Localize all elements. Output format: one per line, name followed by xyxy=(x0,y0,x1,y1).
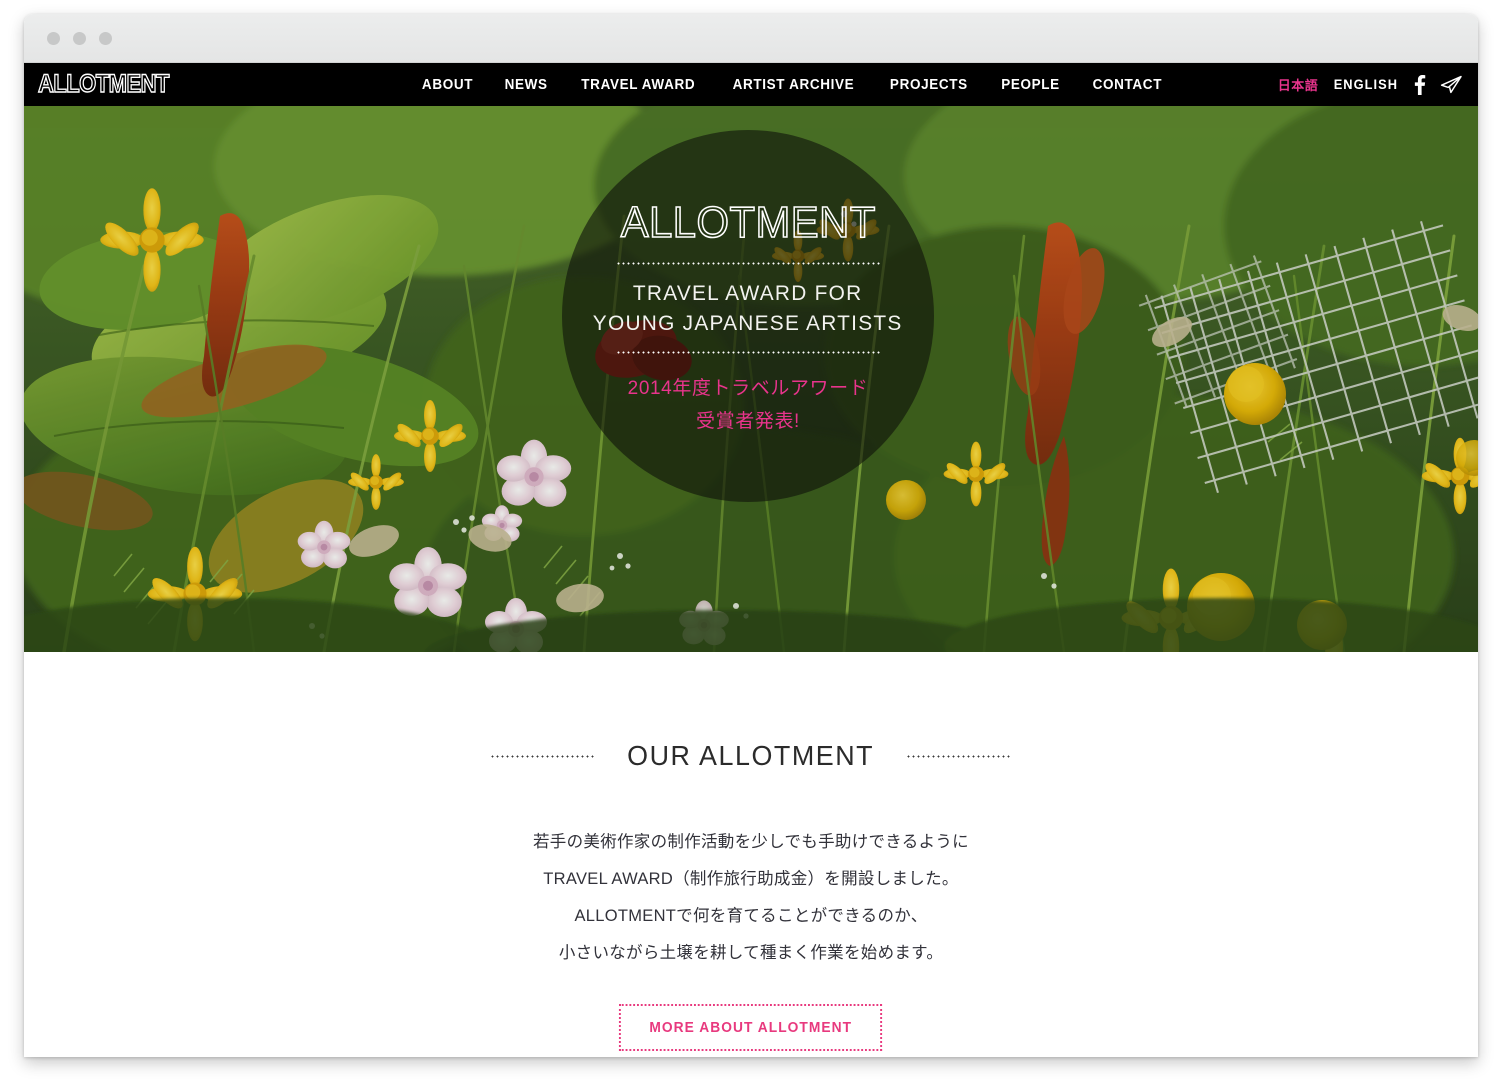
section-heading: OUR ALLOTMENT xyxy=(24,740,1478,772)
language-switch-english[interactable]: ENGLISH xyxy=(1334,77,1398,92)
window-controls xyxy=(47,32,112,45)
nav-item-contact[interactable]: CONTACT xyxy=(1092,77,1161,93)
hero-title: ALLOTMENT xyxy=(620,197,876,248)
main-menu: ABOUT NEWS TRAVEL AWARD ARTIST ARCHIVE P… xyxy=(420,63,1164,106)
nav-item-projects[interactable]: PROJECTS xyxy=(890,77,968,93)
hero-announcement-line1: 2014年度トラベルアワード xyxy=(627,378,869,399)
minimize-button[interactable] xyxy=(73,32,86,45)
section-title: OUR ALLOTMENT xyxy=(627,740,875,771)
hero-divider-bottom xyxy=(616,351,880,354)
nav-utility-group: 日本語 ENGLISH xyxy=(1278,63,1462,106)
nav-item-about[interactable]: ABOUT xyxy=(422,77,473,93)
hero-announcement: 2014年度トラベルアワード 受賞者発表! xyxy=(628,372,869,438)
hero-subtitle-line1: TRAVEL AWARD FOR xyxy=(633,281,863,305)
nav-item-news[interactable]: NEWS xyxy=(505,77,548,93)
section-body-copy: 若手の美術作家の制作活動を少しでも手助けできるように TRAVEL AWARD（… xyxy=(24,824,1478,972)
browser-window: ALLOTMENT ABOUT NEWS TRAVEL AWARD ARTIST… xyxy=(24,14,1478,1057)
site-logo[interactable]: ALLOTMENT xyxy=(37,69,170,99)
hero-divider-top xyxy=(616,262,880,265)
nav-item-artist-archive[interactable]: ARTIST ARCHIVE xyxy=(732,77,854,93)
screenshot-stage: ALLOTMENT ABOUT NEWS TRAVEL AWARD ARTIST… xyxy=(0,0,1503,1080)
page-viewport: ALLOTMENT ABOUT NEWS TRAVEL AWARD ARTIST… xyxy=(24,63,1478,1057)
browser-titlebar xyxy=(24,14,1478,63)
close-button[interactable] xyxy=(47,32,60,45)
facebook-icon[interactable] xyxy=(1414,74,1426,95)
language-switch-japanese[interactable]: 日本語 xyxy=(1278,75,1319,94)
body-line-4: 小さいながら土壌を耕して種まく作業を始めます。 xyxy=(558,944,944,962)
hero-overlay-circle: ALLOTMENT TRAVEL AWARD FOR YOUNG JAPANES… xyxy=(562,130,934,502)
heading-dots-right xyxy=(905,754,1012,758)
maximize-button[interactable] xyxy=(99,32,112,45)
hero-section: ALLOTMENT TRAVEL AWARD FOR YOUNG JAPANES… xyxy=(24,106,1478,652)
send-icon[interactable] xyxy=(1440,75,1462,95)
cta-container: MORE ABOUT ALLOTMENT xyxy=(24,1004,1478,1051)
body-line-2: TRAVEL AWARD（制作旅行助成金）を開設しました。 xyxy=(543,870,959,888)
hero-announcement-line2: 受賞者発表! xyxy=(696,411,800,432)
our-allotment-section: OUR ALLOTMENT 若手の美術作家の制作活動を少しでも手助けできるように… xyxy=(24,652,1478,1057)
heading-dots-left xyxy=(490,754,597,758)
hero-subtitle-line2: YOUNG JAPANESE ARTISTS xyxy=(593,311,903,335)
nav-item-travel-award[interactable]: TRAVEL AWARD xyxy=(582,77,696,93)
site-navbar: ALLOTMENT ABOUT NEWS TRAVEL AWARD ARTIST… xyxy=(24,63,1478,106)
hero-subtitle: TRAVEL AWARD FOR YOUNG JAPANESE ARTISTS xyxy=(593,278,903,338)
body-line-1: 若手の美術作家の制作活動を少しでも手助けできるように xyxy=(533,833,969,851)
nav-item-people[interactable]: PEOPLE xyxy=(1001,77,1060,93)
more-about-allotment-button[interactable]: MORE ABOUT ALLOTMENT xyxy=(619,1004,883,1051)
body-line-3: ALLOTMENTで何を育てることができるのか、 xyxy=(574,907,928,925)
